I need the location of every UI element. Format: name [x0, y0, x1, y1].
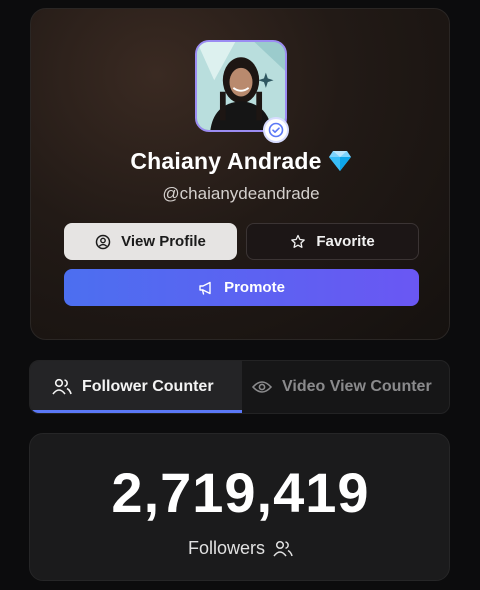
favorite-label: Favorite [316, 233, 375, 250]
tab-follower-counter[interactable]: Follower Counter [30, 361, 242, 413]
tab-follower-counter-label: Follower Counter [82, 378, 214, 395]
eye-icon [252, 381, 272, 393]
users-icon [52, 378, 72, 395]
follower-count: 2,719,419 [111, 461, 370, 524]
tab-video-view-counter-label: Video View Counter [282, 378, 432, 395]
counter-card: 2,719,419 Followers [29, 433, 450, 581]
verified-check-icon [268, 122, 284, 138]
user-circle-icon [95, 234, 111, 249]
profile-name-row: Chaiany Andrade [31, 148, 451, 178]
view-profile-button[interactable]: View Profile [64, 223, 237, 260]
promote-label: Promote [224, 279, 285, 296]
count-label-row: Followers [30, 538, 451, 559]
favorite-button[interactable]: Favorite [246, 223, 419, 260]
profile-name: Chaiany Andrade [130, 148, 322, 174]
count-label: Followers [187, 538, 266, 558]
tab-video-view-counter[interactable]: Video View Counter [252, 361, 449, 413]
star-icon [291, 234, 306, 248]
view-profile-label: View Profile [121, 233, 206, 250]
promote-button[interactable]: Promote [64, 269, 419, 306]
users-icon [273, 540, 293, 556]
verified-badge [263, 117, 289, 143]
diamond-icon [328, 150, 352, 178]
profile-card: Chaiany Andrade @chaianydeandrade View P… [30, 8, 450, 340]
counter-tabs: Follower Counter Video View Counter [29, 360, 450, 414]
profile-handle: @chaianydeandrade [162, 184, 320, 203]
megaphone-icon [199, 281, 211, 295]
